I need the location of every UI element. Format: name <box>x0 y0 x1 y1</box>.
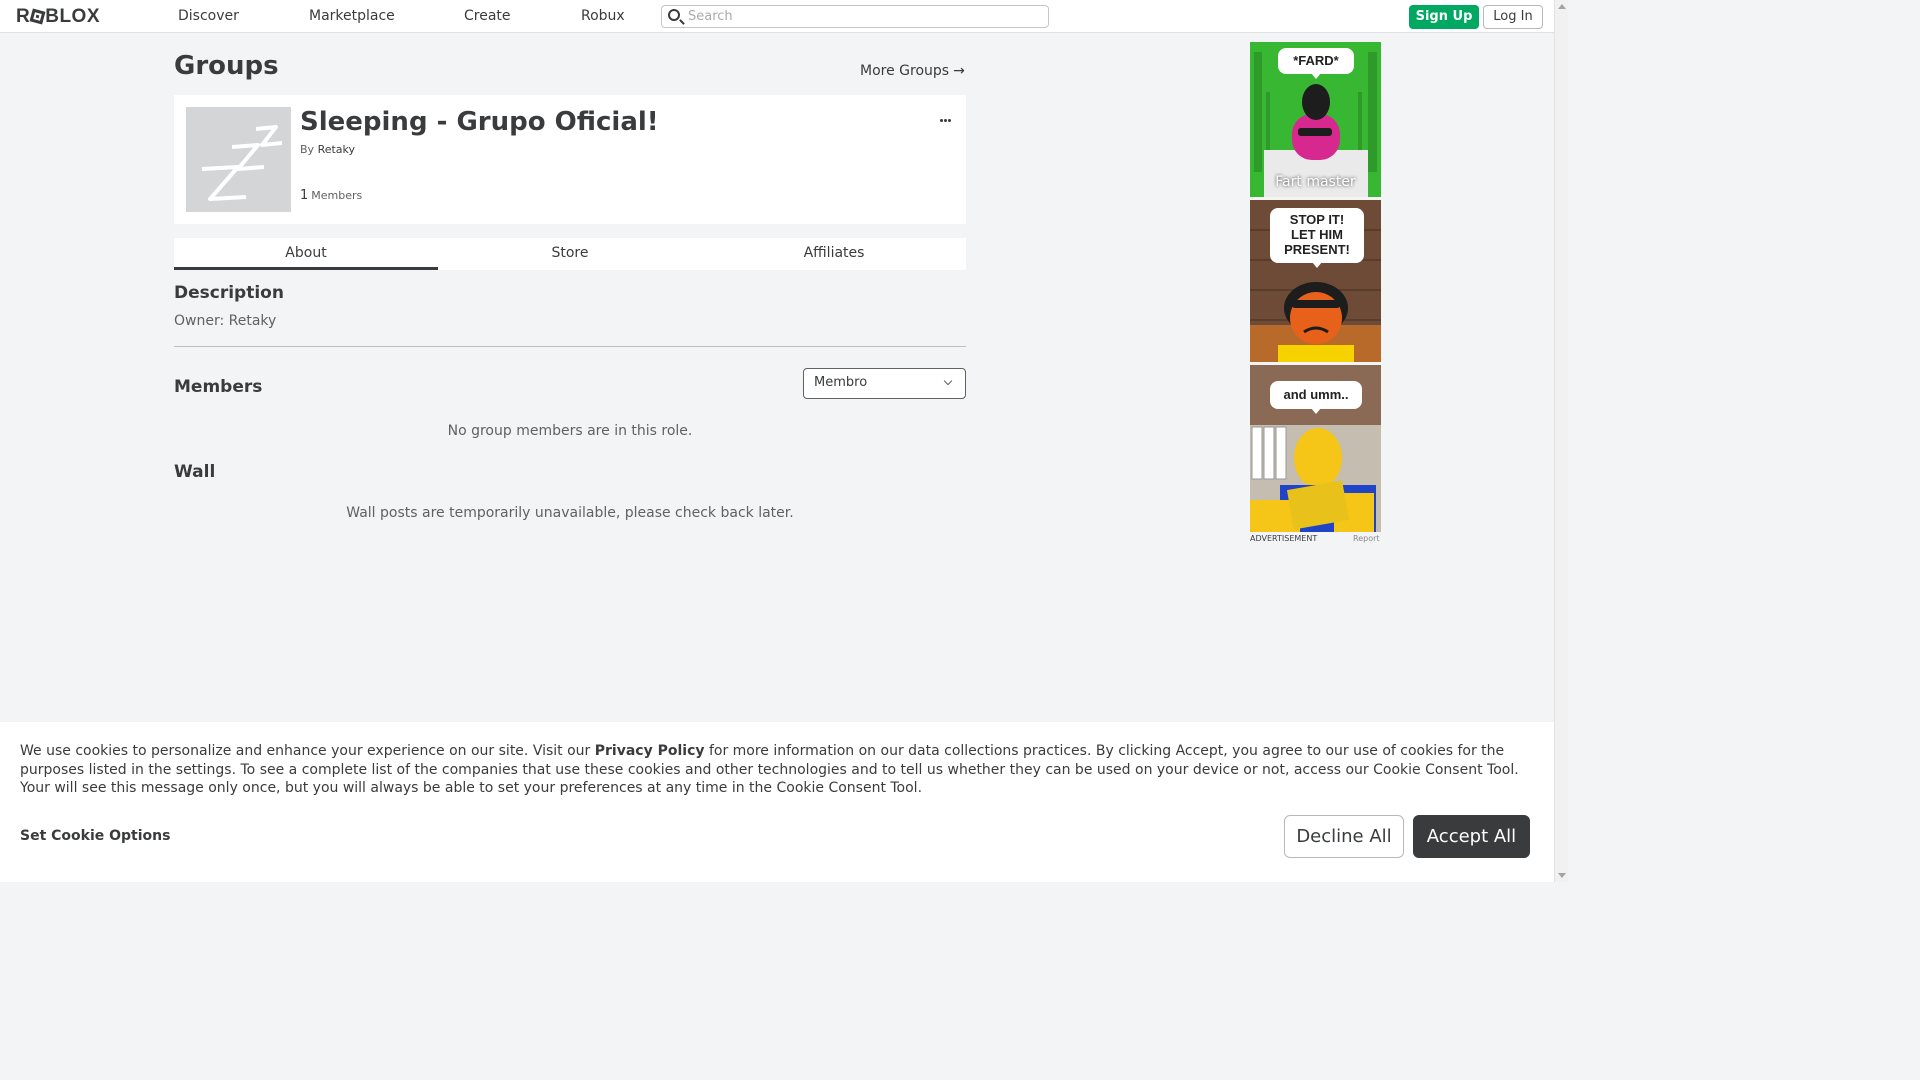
ad-bubble-fard: *FARD* <box>1278 48 1354 79</box>
member-count-value: 1 <box>300 188 309 203</box>
section-divider <box>174 346 966 347</box>
ad-bubble-and-umm: and umm.. <box>1270 381 1362 414</box>
page-title: Groups <box>174 51 279 81</box>
owner-link[interactable]: Retaky <box>318 143 355 156</box>
members-label: Members <box>311 189 363 202</box>
page-scrollbar[interactable] <box>1554 0 1568 882</box>
nav-discover[interactable]: Discover <box>178 8 239 24</box>
role-selected-value: Membro <box>814 375 868 390</box>
advertisement-label: ADVERTISEMENT <box>1250 534 1318 543</box>
ad-bubble-stop-it-line-1: STOP IT! <box>1289 212 1345 227</box>
ad-panel-3: and umm.. <box>1250 365 1381 532</box>
description-heading: Description <box>174 283 284 303</box>
log-in-button[interactable]: Log In <box>1483 5 1543 29</box>
group-member-count: 1 Members <box>300 188 362 203</box>
tab-about[interactable]: About <box>174 238 438 270</box>
ad-caption-fart-master: Fart master <box>1275 174 1356 190</box>
tab-affiliates[interactable]: Affiliates <box>702 238 966 270</box>
set-cookie-options-link[interactable]: Set Cookie Options <box>20 828 170 844</box>
privacy-policy-link[interactable]: Privacy Policy <box>595 743 705 759</box>
sign-up-button[interactable]: Sign Up <box>1409 5 1479 29</box>
logo-text: R BLOX <box>16 6 101 27</box>
ad-panel-1: *FARD* Fart master <box>1250 42 1381 200</box>
nav-robux[interactable]: Robux <box>581 8 625 24</box>
group-name: Sleeping - Grupo Oficial! <box>300 107 659 137</box>
search-input[interactable] <box>688 8 1038 25</box>
more-groups-link[interactable]: More Groups → <box>860 63 965 79</box>
cookie-consent-text: We use cookies to personalize and enhanc… <box>20 742 1540 798</box>
more-options-icon[interactable] <box>940 107 958 122</box>
members-heading: Members <box>174 377 263 397</box>
search-icon <box>668 9 680 21</box>
accept-all-button[interactable]: Accept All <box>1413 815 1530 858</box>
ad-bubble-stop-it: STOP IT! LET HIM PRESENT! <box>1270 208 1364 268</box>
nav-marketplace[interactable]: Marketplace <box>309 8 395 24</box>
by-label: By <box>300 143 315 156</box>
group-tabs: About Store Affiliates <box>174 238 966 270</box>
scroll-up-icon[interactable] <box>1558 4 1566 9</box>
chevron-down-icon <box>943 376 953 386</box>
top-navigation: R BLOX Discover Marketplace Create Robux … <box>0 0 1554 33</box>
ad-report-link[interactable]: Report <box>1353 534 1380 543</box>
search-box[interactable] <box>661 5 1049 28</box>
cookie-consent-banner: We use cookies to personalize and enhanc… <box>0 722 1554 882</box>
scroll-down-icon[interactable] <box>1558 873 1566 878</box>
group-owner-line: By Retaky <box>300 143 355 156</box>
ad-panel-2: STOP IT! LET HIM PRESENT! <box>1250 200 1381 365</box>
advertisement-banner[interactable]: *FARD* Fart master STOP IT! LET HIM PRES… <box>1250 42 1381 532</box>
group-header-card: Sleeping - Grupo Oficial! By Retaky 1 Mem… <box>174 95 966 224</box>
wall-unavailable-message: Wall posts are temporarily unavailable, … <box>346 505 794 521</box>
tab-store[interactable]: Store <box>438 238 702 270</box>
description-text: Owner: Retaky <box>174 313 277 329</box>
roblox-logo[interactable]: R BLOX <box>16 6 100 28</box>
nav-create[interactable]: Create <box>464 8 511 24</box>
no-members-message: No group members are in this role. <box>447 423 693 439</box>
cookie-text-intro: We use cookies to personalize and enhanc… <box>20 743 595 759</box>
more-groups-label: More Groups <box>860 63 950 79</box>
role-dropdown[interactable]: Membro <box>803 368 966 399</box>
arrow-right-icon: → <box>953 63 965 79</box>
wall-heading: Wall <box>174 462 216 482</box>
ad-bubble-stop-it-line-2: LET HIM <box>1291 227 1343 242</box>
ad-bubble-stop-it-line-3: PRESENT! <box>1284 242 1350 257</box>
decline-all-button[interactable]: Decline All <box>1284 815 1404 858</box>
group-emblem-zzz-icon <box>186 107 291 212</box>
